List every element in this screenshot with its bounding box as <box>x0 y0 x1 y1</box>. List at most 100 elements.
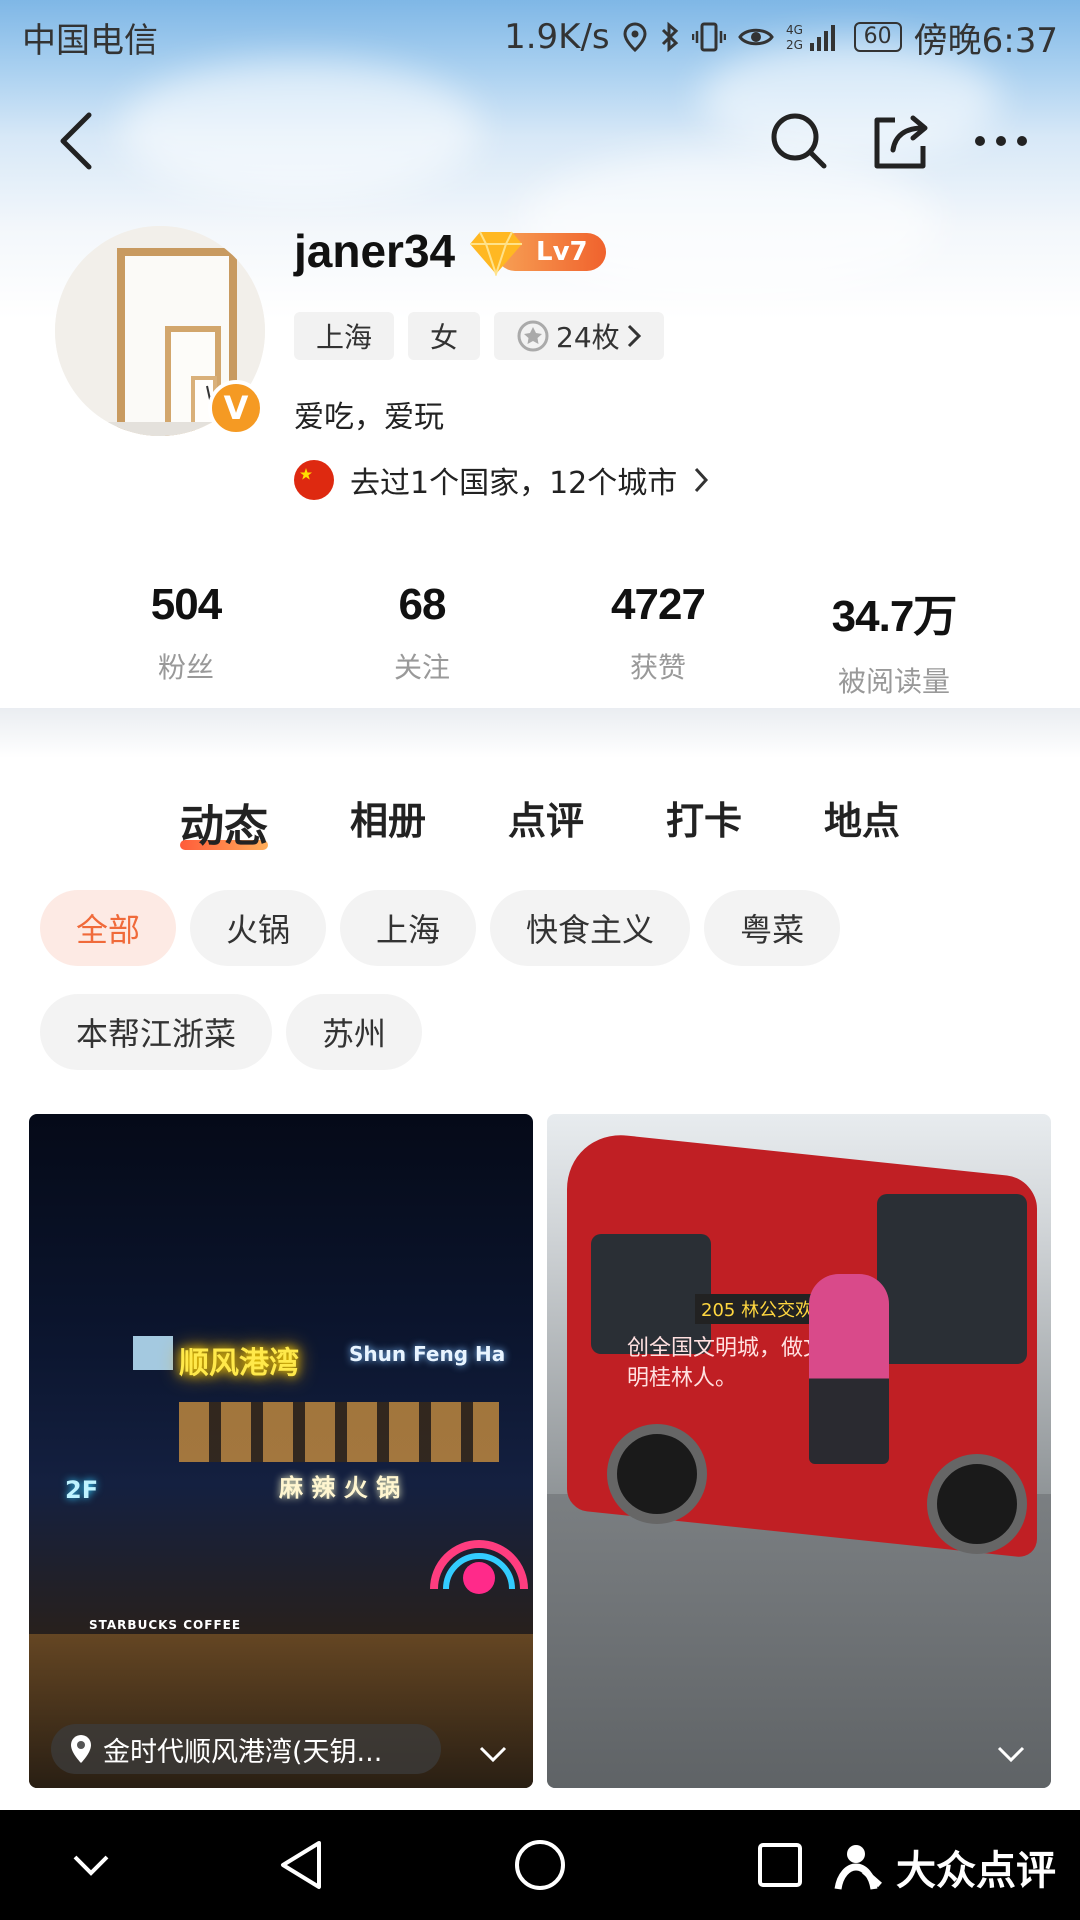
travel-text: 去过1个国家，12个城市 <box>350 466 678 501</box>
carrier-label: 中国电信 <box>22 20 158 61</box>
stat-reads[interactable]: 34.7万 被阅读量 <box>776 580 1012 700</box>
passenger <box>809 1274 889 1464</box>
bluetooth-icon <box>660 21 680 53</box>
verified-badge: V <box>208 380 264 436</box>
bus-slogan: 创全国文明城，做文明桂林人。 <box>627 1336 826 1391</box>
medals-count: 24枚 <box>556 321 620 354</box>
back-arrow-icon <box>60 112 92 170</box>
square-recents-icon <box>758 1843 802 1887</box>
gender-tag: 女 <box>408 312 481 360</box>
stat-value: 68 <box>398 580 447 629</box>
more-icon <box>975 136 1027 146</box>
level-badge[interactable]: Lv7 <box>468 230 606 276</box>
battery-indicator: 60 <box>853 22 902 52</box>
network-speed: 1.9K/s <box>504 17 610 57</box>
china-flag-icon <box>294 460 334 500</box>
tab-label: 地点 <box>824 799 901 843</box>
system-recents-button[interactable] <box>725 1810 835 1920</box>
clock: 傍晚6:37 <box>913 20 1058 61</box>
chevron-down-icon <box>997 1746 1025 1763</box>
chevron-right-icon <box>695 467 709 493</box>
svg-text:4G: 4G <box>786 23 803 37</box>
tab-label: 打卡 <box>666 799 743 843</box>
neon-m-logo <box>430 1540 528 1594</box>
filter-chip-suzhou[interactable]: 苏州 <box>286 994 423 1070</box>
watermark-text: 大众点评 <box>896 1848 1056 1894</box>
location-icon <box>622 22 648 52</box>
location-pin-icon <box>71 1735 91 1763</box>
profile-stats: 504 粉丝 68 关注 4727 获赞 34.7万 被阅读量 <box>0 580 1080 700</box>
tab-feed[interactable]: 动态 <box>179 790 268 852</box>
neon-sign-en: Shun Feng Ha <box>349 1342 506 1366</box>
feed-card-photo[interactable]: 顺风港湾 Shun Feng Ha 2F 麻 辣 火 锅 STARBUCKS C… <box>29 1114 533 1788</box>
profile-bio: 爱吃，爱玩 <box>294 400 444 435</box>
stat-value: 504 <box>150 580 222 629</box>
medals-tag[interactable]: 24枚 <box>494 312 664 360</box>
dianping-logo-icon <box>834 1845 882 1890</box>
stat-label: 获赞 <box>629 651 686 684</box>
system-home-button[interactable] <box>485 1810 595 1920</box>
top-nav-bar <box>0 96 1080 186</box>
filter-chip-cantonese[interactable]: 粤菜 <box>704 890 841 966</box>
filter-chip-hotpot[interactable]: 火锅 <box>190 890 327 966</box>
neon-sign-floor: 2F <box>65 1476 99 1504</box>
stat-label: 关注 <box>393 651 450 684</box>
neon-sign-hotpot: 麻 辣 火 锅 <box>279 1474 401 1502</box>
circle-home-icon <box>515 1840 565 1890</box>
stat-label: 粉丝 <box>157 651 214 684</box>
stat-value: 34.7万 <box>831 592 958 641</box>
chevron-right-icon <box>627 324 641 348</box>
sign-logo-icon <box>133 1336 173 1370</box>
back-button[interactable] <box>32 96 122 186</box>
stat-value: 4727 <box>611 580 706 629</box>
tab-label: 动态 <box>179 801 268 852</box>
stat-followers[interactable]: 504 粉丝 <box>68 580 304 700</box>
chevron-down-icon <box>479 1746 507 1763</box>
profile-tags: 上海 女 24枚 <box>294 312 664 360</box>
app-watermark: 大众点评 <box>834 1838 1056 1896</box>
tab-label: 相册 <box>349 799 426 843</box>
neon-sign-cn: 顺风港湾 <box>179 1346 299 1381</box>
location-label: 金时代顺风港湾(天钥... <box>103 1736 383 1768</box>
more-button[interactable] <box>956 96 1046 186</box>
system-back-button[interactable] <box>246 1810 356 1920</box>
filter-chip-shanghai[interactable]: 上海 <box>340 890 477 966</box>
expand-button[interactable] <box>475 1742 511 1766</box>
city-tag: 上海 <box>294 312 395 360</box>
location-chip[interactable]: 金时代顺风港湾(天钥... <box>51 1724 441 1774</box>
share-button[interactable] <box>855 96 945 186</box>
feed-card-photo[interactable]: 205 林公交欢迎 创全国文明城，做文明桂林人。 <box>547 1114 1051 1788</box>
signal-icon: 4G 2G <box>786 21 842 53</box>
tab-label: 点评 <box>507 799 584 843</box>
travel-summary[interactable]: 去过1个国家，12个城市 <box>294 458 709 502</box>
tab-checkins[interactable]: 打卡 <box>666 790 742 846</box>
stat-label: 被阅读量 <box>837 665 950 698</box>
medal-icon <box>517 320 549 352</box>
status-bar: 中国电信 1.9K/s 4G 2G 60 傍晚6:37 <box>0 0 1080 74</box>
search-button[interactable] <box>754 96 844 186</box>
triangle-back-icon <box>281 1841 321 1889</box>
stat-likes[interactable]: 4727 获赞 <box>540 580 776 700</box>
search-icon <box>771 113 827 169</box>
eye-icon <box>737 25 774 49</box>
starbucks-sign: STARBUCKS COFFEE <box>89 1618 242 1632</box>
stat-following[interactable]: 68 关注 <box>304 580 540 700</box>
vibrate-icon <box>691 21 726 53</box>
filter-chip-all[interactable]: 全部 <box>40 890 177 966</box>
diamond-icon <box>470 231 522 276</box>
filter-chip-jiangzhe[interactable]: 本帮江浙菜 <box>40 994 273 1070</box>
username: janer34 <box>294 225 456 277</box>
tab-places[interactable]: 地点 <box>824 790 900 846</box>
chevron-down-icon <box>73 1855 109 1876</box>
tab-reviews[interactable]: 点评 <box>508 790 584 846</box>
filter-chips: 全部 火锅 上海 快食主义 粤菜 本帮江浙菜 苏州 <box>40 890 1050 1070</box>
svg-text:2G: 2G <box>786 38 803 52</box>
building-windows <box>179 1402 499 1462</box>
content-tabs: 动态 相册 点评 打卡 地点 <box>0 790 1080 852</box>
expand-button[interactable] <box>993 1742 1029 1766</box>
hide-nav-button[interactable] <box>36 1810 146 1920</box>
system-navigation-bar: 大众点评 <box>0 1810 1080 1920</box>
section-divider <box>0 708 1080 758</box>
filter-chip-fastfood[interactable]: 快食主义 <box>490 890 691 966</box>
tab-album[interactable]: 相册 <box>350 790 426 846</box>
